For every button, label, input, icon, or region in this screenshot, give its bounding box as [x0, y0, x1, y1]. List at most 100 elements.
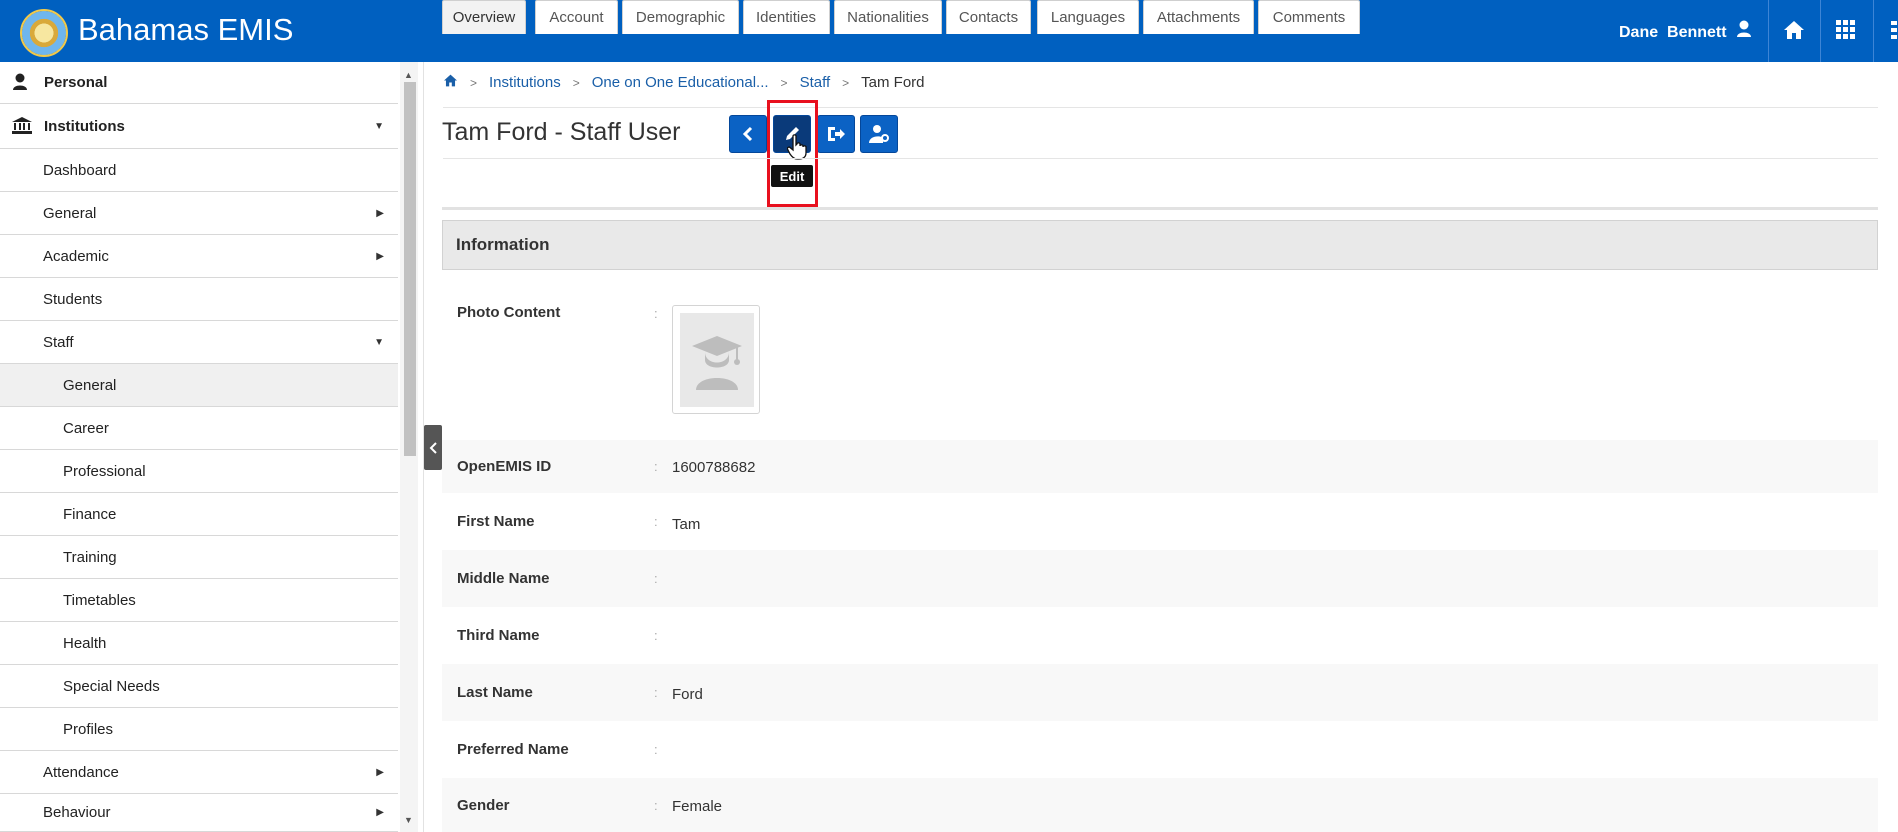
tab-nationalities[interactable]: Nationalities — [834, 0, 942, 34]
breadcrumb-separator: > — [842, 75, 850, 90]
tab-label: Demographic — [635, 9, 726, 26]
field-label: First Name — [457, 513, 535, 530]
field-label: Gender — [457, 796, 510, 814]
section-header-information: Information — [442, 220, 1878, 270]
field-row-middle-name: Middle Name : — [442, 550, 1878, 607]
sidebar-item-academic[interactable]: Academic ▶ — [0, 235, 398, 278]
person-icon — [12, 73, 28, 95]
sidebar-item-health[interactable]: Health — [0, 622, 398, 665]
user-last-name: Bennett — [1667, 24, 1727, 41]
breadcrumb-institution-name[interactable]: One on One Educational... — [592, 74, 769, 91]
field-label: Third Name — [457, 627, 540, 644]
home-icon[interactable] — [443, 74, 458, 91]
sidebar-item-label: Health — [63, 634, 107, 652]
tab-label: Account — [549, 9, 604, 26]
field-colon: : — [654, 459, 658, 474]
tab-contacts[interactable]: Contacts — [946, 0, 1031, 34]
tab-account[interactable]: Account — [535, 0, 618, 34]
tab-overview[interactable]: Overview — [442, 0, 526, 34]
sidebar-item-career[interactable]: Career — [0, 407, 398, 450]
sidebar-item-dashboard[interactable]: Dashboard — [0, 149, 398, 192]
sidebar-item-behaviour[interactable]: Behaviour ▶ — [0, 794, 398, 832]
caret-right-icon: ▶ — [376, 207, 384, 219]
field-row-third-name: Third Name : — [442, 607, 1878, 664]
breadcrumb: > Institutions > One on One Educational.… — [443, 74, 925, 91]
breadcrumb-current: Tam Ford — [861, 74, 925, 91]
field-row-openemis-id: OpenEMIS ID : 1600788682 — [442, 440, 1878, 493]
field-label: Middle Name — [457, 570, 550, 587]
field-row-gender: Gender : Female — [442, 778, 1878, 832]
caret-down-icon: ▼ — [374, 120, 384, 132]
sidebar-item-personal[interactable]: Personal — [0, 62, 398, 104]
caret-right-icon: ▶ — [376, 807, 384, 818]
sidebar-item-label: Attendance — [43, 763, 119, 781]
tabs-divider — [442, 207, 1878, 210]
sidebar-item-attendance[interactable]: Attendance ▶ — [0, 751, 398, 794]
tab-attachments[interactable]: Attachments — [1143, 0, 1254, 34]
user-name[interactable]: Dane Bennett — [1619, 24, 1727, 42]
sidebar-item-institutions[interactable]: Institutions ▼ — [0, 104, 398, 149]
home-icon[interactable] — [1783, 20, 1805, 45]
sidebar-item-students[interactable]: Students — [0, 278, 398, 321]
field-colon: : — [654, 628, 658, 643]
sidebar-item-label: Institutions — [44, 117, 125, 135]
breadcrumb-separator: > — [572, 75, 580, 90]
sidebar-item-label: Career — [63, 419, 109, 437]
tab-label: Nationalities — [847, 9, 929, 26]
tab-label: Languages — [1050, 9, 1126, 26]
field-row-last-name: Last Name : Ford — [442, 664, 1878, 721]
sidebar-item-timetables[interactable]: Timetables — [0, 579, 398, 622]
sidebar-item-staff-general[interactable]: General — [0, 364, 398, 407]
user-access-button[interactable] — [860, 115, 898, 153]
breadcrumb-staff[interactable]: Staff — [800, 74, 831, 91]
sidebar-item-label: Profiles — [63, 720, 114, 738]
sidebar-item-label: Personal — [44, 74, 108, 91]
sidebar-item-label: Special Needs — [63, 677, 160, 695]
field-label: Last Name — [457, 684, 533, 701]
chevron-left-icon — [742, 126, 753, 142]
caret-down-icon: ▼ — [374, 336, 384, 348]
tab-identities[interactable]: Identities — [743, 0, 830, 34]
sidebar-item-label: Staff — [43, 333, 74, 351]
header-divider — [1873, 0, 1874, 62]
back-button[interactable] — [729, 115, 767, 153]
collapse-sidebar-button[interactable] — [424, 425, 442, 470]
sidebar-item-label: Training — [63, 548, 117, 566]
user-icon[interactable] — [1736, 20, 1752, 43]
scroll-down-arrow-icon[interactable]: ▼ — [404, 815, 413, 825]
sidebar-item-staff[interactable]: Staff ▼ — [0, 321, 398, 364]
tab-comments[interactable]: Comments — [1258, 0, 1360, 34]
field-colon: : — [654, 306, 658, 321]
more-menu-icon[interactable] — [1889, 20, 1897, 45]
header-divider — [1768, 0, 1769, 62]
field-colon: : — [654, 797, 658, 813]
app-title[interactable]: Bahamas EMIS — [78, 12, 293, 48]
sidebar-item-training[interactable]: Training — [0, 536, 398, 579]
emis-logo[interactable] — [20, 9, 68, 57]
sidebar-scroll-thumb[interactable] — [404, 82, 416, 456]
sidebar-item-general[interactable]: General ▶ — [0, 192, 398, 235]
tab-label: Overview — [452, 9, 516, 26]
export-button[interactable] — [817, 115, 855, 153]
breadcrumb-divider — [443, 107, 1878, 108]
tab-demographic[interactable]: Demographic — [622, 0, 739, 34]
tab-label: Identities — [756, 9, 817, 26]
header-divider — [1820, 0, 1821, 62]
sidebar-item-label: Timetables — [63, 591, 136, 609]
sidebar-item-finance[interactable]: Finance — [0, 493, 398, 536]
scroll-up-arrow-icon[interactable]: ▲ — [404, 70, 413, 80]
field-row-first-name: First Name : Tam — [442, 493, 1878, 550]
sidebar-item-label: Students — [43, 290, 103, 308]
tab-languages[interactable]: Languages — [1037, 0, 1139, 34]
apps-grid-icon[interactable] — [1836, 20, 1856, 45]
sidebar-item-special-needs[interactable]: Special Needs — [0, 665, 398, 708]
caret-right-icon: ▶ — [376, 766, 384, 778]
caret-right-icon: ▶ — [376, 250, 384, 262]
breadcrumb-institutions[interactable]: Institutions — [489, 74, 561, 91]
sidebar-item-profiles[interactable]: Profiles — [0, 708, 398, 751]
edit-tooltip: Edit — [771, 165, 813, 187]
sidebar-item-professional[interactable]: Professional — [0, 450, 398, 493]
sidebar-item-label: Academic — [43, 247, 109, 265]
sidebar-item-label: Professional — [63, 462, 146, 480]
field-colon: : — [654, 514, 658, 529]
